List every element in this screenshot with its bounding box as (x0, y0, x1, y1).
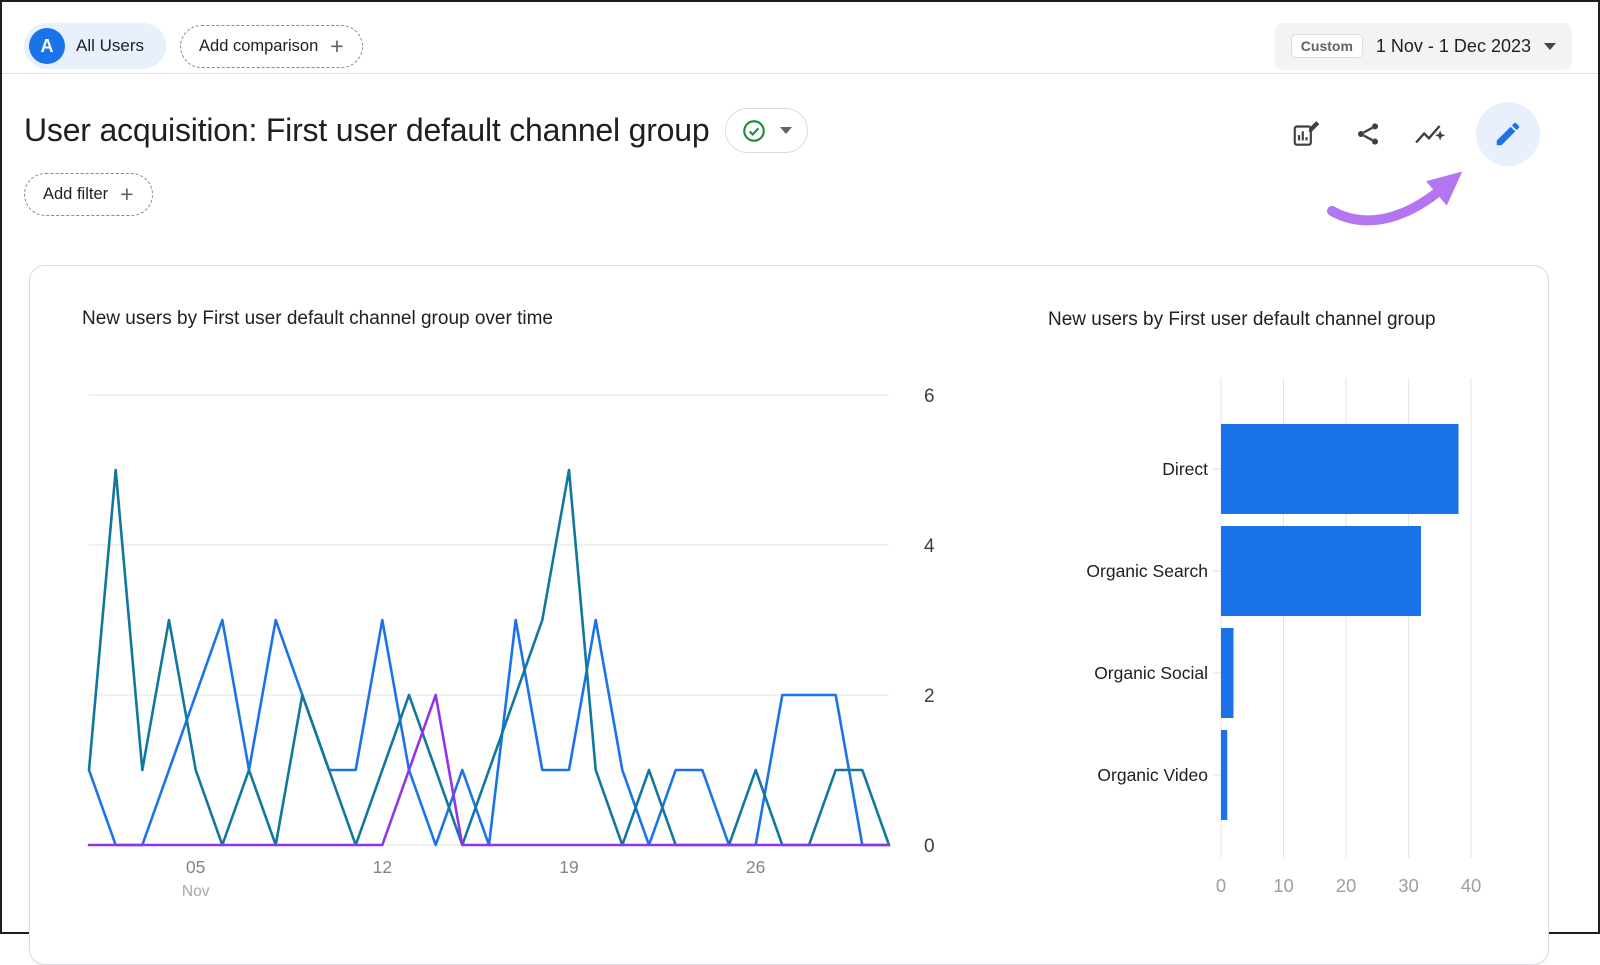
date-range-picker[interactable]: Custom 1 Nov - 1 Dec 2023 (1275, 23, 1572, 70)
svg-text:2: 2 (924, 686, 935, 707)
svg-text:12: 12 (373, 857, 392, 877)
svg-text:Organic Search: Organic Search (1086, 561, 1208, 581)
insights-sparkline-icon[interactable] (1414, 118, 1446, 150)
plus-icon: + (330, 35, 343, 58)
svg-text:20: 20 (1336, 875, 1357, 896)
all-users-label: All Users (76, 36, 144, 56)
line-chart: 6 4 2 0 05 Nov 12 19 26 (79, 361, 979, 906)
bar-chart-title: New users by First user default channel … (1048, 302, 1508, 337)
svg-text:05: 05 (186, 857, 205, 877)
bar-organic-search (1221, 526, 1421, 616)
svg-text:40: 40 (1461, 875, 1482, 896)
svg-text:Organic Social: Organic Social (1094, 663, 1208, 683)
svg-text:4: 4 (924, 536, 935, 557)
page-title: User acquisition: First user default cha… (24, 112, 709, 149)
share-icon[interactable] (1352, 118, 1384, 150)
report-title-row: User acquisition: First user default cha… (24, 108, 808, 153)
svg-text:10: 10 (1273, 875, 1294, 896)
svg-text:0: 0 (1216, 875, 1226, 896)
svg-text:6: 6 (924, 386, 935, 407)
report-status-dropdown[interactable] (725, 108, 808, 153)
add-filter-label: Add filter (43, 185, 108, 204)
bar-organic-video (1221, 730, 1227, 820)
bar-chart: 0 10 20 30 40 Direct Organic Search Organic Soc… (1048, 366, 1538, 911)
svg-text:30: 30 (1398, 875, 1419, 896)
ga4-report-page: { "topbar": { "avatar_letter": "A", "all… (0, 0, 1600, 934)
report-toolbar (1290, 102, 1540, 166)
add-comparison-button[interactable]: Add comparison + (180, 25, 363, 68)
pencil-edit-icon (1493, 119, 1523, 149)
date-mode-badge: Custom (1291, 34, 1363, 58)
add-comparison-label: Add comparison (199, 37, 318, 56)
caret-down-icon (1544, 43, 1556, 50)
header-divider (2, 73, 1598, 74)
report-card: New users by First user default channel … (29, 265, 1549, 965)
segment-controls: A All Users Add comparison + (24, 23, 363, 69)
date-range-value: 1 Nov - 1 Dec 2023 (1376, 36, 1531, 57)
line-chart-title: New users by First user default channel … (82, 308, 553, 330)
svg-text:Organic Video: Organic Video (1097, 765, 1208, 785)
plus-icon: + (120, 183, 133, 206)
svg-text:26: 26 (746, 857, 765, 877)
svg-text:0: 0 (924, 836, 935, 857)
caret-down-icon (780, 127, 792, 134)
add-filter-button[interactable]: Add filter + (24, 173, 153, 216)
check-circle-icon (741, 118, 767, 144)
bar-organic-social (1221, 628, 1234, 718)
segment-avatar: A (29, 28, 65, 64)
svg-text:Nov: Nov (182, 883, 210, 900)
edit-report-button[interactable] (1476, 102, 1540, 166)
all-users-segment-chip[interactable]: A All Users (24, 23, 166, 69)
chart-edit-icon[interactable] (1290, 118, 1322, 150)
svg-text:19: 19 (559, 857, 578, 877)
top-bar: A All Users Add comparison + Custom 1 No… (24, 22, 1572, 70)
svg-text:Direct: Direct (1162, 459, 1208, 479)
bar-direct (1221, 424, 1459, 514)
